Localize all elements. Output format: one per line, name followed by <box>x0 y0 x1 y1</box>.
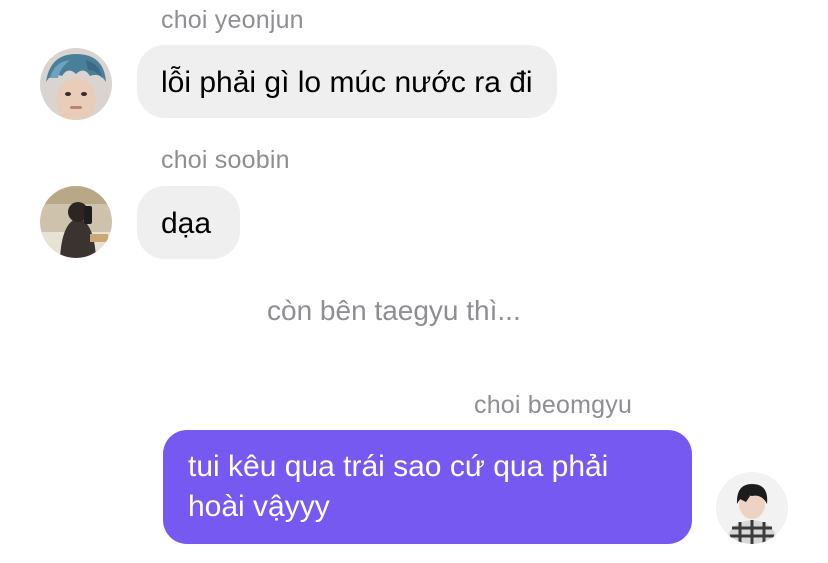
sender-name: choi yeonjun <box>161 6 304 34</box>
plaid-shirt-icon <box>716 472 788 544</box>
chat-thread: choi yeonjun lỗi phải gì lo múc nước ra … <box>0 0 828 563</box>
sender-name: choi beomgyu <box>474 391 633 419</box>
message-line: tui kêu qua trái sao cứ qua phải <box>188 450 609 483</box>
blue-haired-boy-icon <box>40 48 112 120</box>
avatar[interactable] <box>40 186 112 258</box>
message-bubble[interactable]: dạa <box>137 186 240 259</box>
sender-name: choi soobin <box>161 146 290 174</box>
message-bubble[interactable]: tui kêu qua trái sao cứ qua phải hoài vậ… <box>163 430 692 544</box>
message-line: hoài vậyyy <box>188 490 330 523</box>
system-message: còn bên taegyu thì... <box>267 295 521 326</box>
message-bubble[interactable]: lỗi phải gì lo múc nước ra đi <box>137 45 557 118</box>
mirror-selfie-icon <box>40 186 112 258</box>
avatar[interactable] <box>716 472 788 544</box>
avatar[interactable] <box>40 48 112 120</box>
